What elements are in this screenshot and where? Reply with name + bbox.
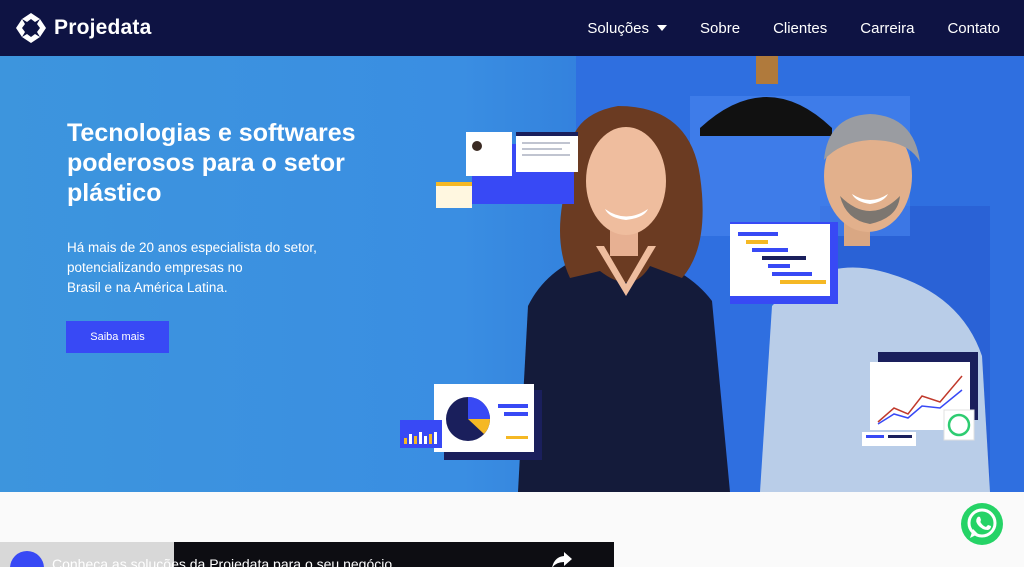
brand-name: Projedata bbox=[54, 16, 152, 39]
saiba-mais-button[interactable]: Saiba mais bbox=[66, 321, 169, 353]
nav-item-label: Contato bbox=[947, 19, 1000, 37]
projedata-logo-icon bbox=[16, 13, 46, 43]
video-title[interactable]: Conheça as soluções da Projedata para o … bbox=[52, 556, 392, 567]
nav-item-carreira[interactable]: Carreira bbox=[860, 20, 914, 37]
hero-description: Há mais de 20 anos especialista do setor… bbox=[67, 240, 317, 295]
nav-item-label: Sobre bbox=[700, 19, 741, 37]
nav-item-label: Soluções bbox=[587, 19, 650, 37]
hero-photo bbox=[400, 56, 1024, 492]
hero-section: Tecnologias e softwares poderosos para o… bbox=[0, 56, 1024, 492]
share-icon[interactable] bbox=[552, 552, 572, 567]
nav-item-label: Carreira bbox=[860, 19, 915, 37]
nav-item-solucoes[interactable]: Soluções bbox=[587, 19, 668, 37]
video-embed[interactable]: Conheça as soluções da Projedata para o … bbox=[0, 542, 614, 567]
profile-card bbox=[436, 132, 578, 208]
whatsapp-icon[interactable] bbox=[960, 502, 1004, 546]
hero-copy: Tecnologias e softwares poderosos para o… bbox=[67, 118, 407, 298]
pie-chart-card bbox=[400, 384, 542, 460]
gantt-card bbox=[730, 222, 838, 304]
nav-item-clientes[interactable]: Clientes bbox=[773, 20, 827, 37]
brand-logo-link[interactable]: Projedata bbox=[14, 11, 152, 45]
hero-title: Tecnologias e softwares poderosos para o… bbox=[67, 119, 356, 207]
nav-item-contato[interactable]: Contato bbox=[947, 20, 1000, 37]
caret-down-icon bbox=[657, 25, 668, 31]
main-nav: Soluções Sobre Clientes Carreira Contato bbox=[587, 20, 1000, 37]
nav-item-sobre[interactable]: Sobre bbox=[700, 20, 740, 37]
nav-item-label: Clientes bbox=[773, 19, 828, 37]
top-navbar: Projedata Soluções Sobre Clientes Carrei… bbox=[0, 0, 1024, 56]
lamp-cord bbox=[756, 56, 778, 84]
